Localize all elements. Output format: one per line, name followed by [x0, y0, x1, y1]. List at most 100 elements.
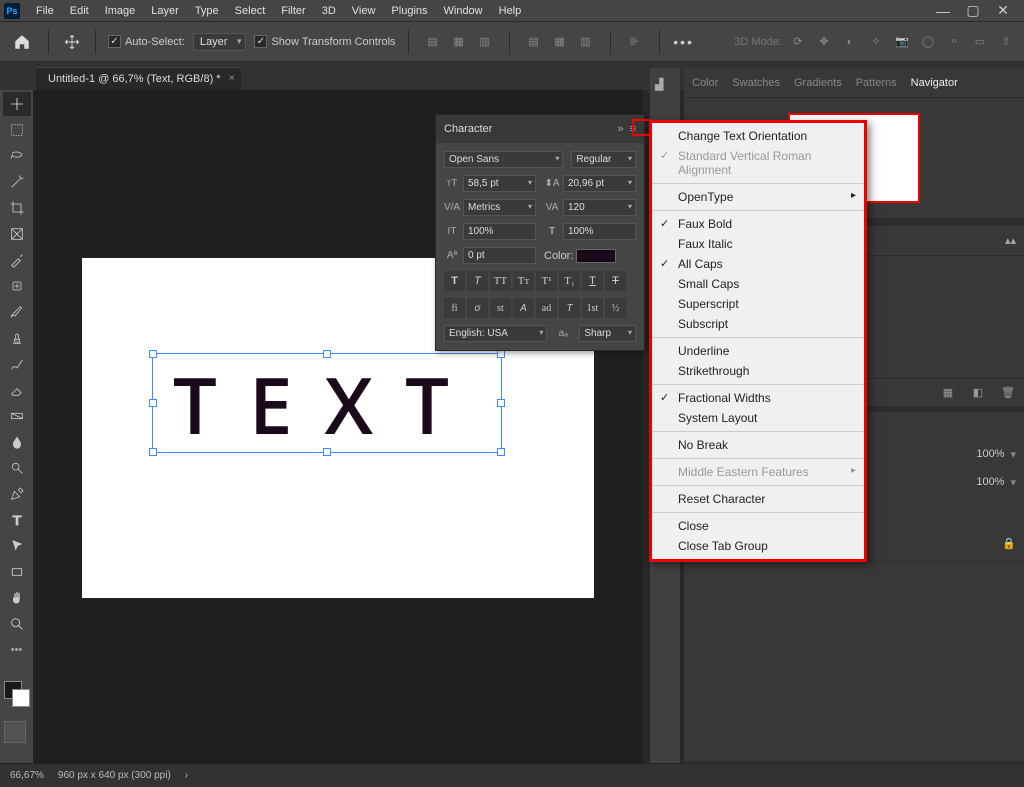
- more-options-button[interactable]: •••: [672, 30, 696, 54]
- dodge-tool[interactable]: [3, 456, 31, 480]
- 3d-pan-icon[interactable]: ✥: [814, 32, 834, 52]
- 3d-orbit-icon[interactable]: ⟳: [788, 32, 808, 52]
- leading-input[interactable]: 20,96 pt: [563, 175, 636, 192]
- document-tab[interactable]: Untitled-1 @ 66,7% (Text, RGB/8) *×: [36, 67, 241, 90]
- fractions-button[interactable]: ½: [605, 298, 626, 318]
- histogram-icon[interactable]: ▟: [655, 78, 675, 98]
- handle-top-right[interactable]: [497, 350, 505, 358]
- pen-tool[interactable]: [3, 482, 31, 506]
- edit-toolbar[interactable]: •••: [3, 638, 31, 662]
- fill-value[interactable]: 100%: [976, 476, 1004, 488]
- close-button[interactable]: ✕: [996, 4, 1010, 18]
- panel-collapse-icon[interactable]: »: [617, 123, 623, 135]
- type-tool[interactable]: [3, 508, 31, 532]
- stamp-tool[interactable]: [3, 326, 31, 350]
- frame-tool[interactable]: [3, 222, 31, 246]
- hscale-input[interactable]: 100%: [563, 223, 636, 240]
- menu-item-close[interactable]: Close: [652, 516, 864, 536]
- menu-help[interactable]: Help: [491, 3, 530, 19]
- distribute-button[interactable]: ⊪: [623, 30, 647, 54]
- tab-patterns[interactable]: Patterns: [856, 77, 897, 89]
- allcaps-button[interactable]: TT: [490, 271, 511, 291]
- doc-info[interactable]: 960 px x 640 px (300 ppi): [58, 770, 171, 781]
- minimize-button[interactable]: —: [936, 4, 950, 18]
- move-tool[interactable]: [3, 92, 31, 116]
- stylistic-button[interactable]: ad: [536, 298, 557, 318]
- close-tab-icon[interactable]: ×: [229, 73, 235, 84]
- lasso-tool[interactable]: [3, 144, 31, 168]
- menu-file[interactable]: File: [28, 3, 62, 19]
- maximize-button[interactable]: ▢: [966, 4, 980, 18]
- menu-edit[interactable]: Edit: [62, 3, 97, 19]
- kerning-input[interactable]: Metrics: [463, 199, 536, 216]
- auto-select-dropdown[interactable]: Layer: [193, 33, 247, 51]
- align-center-button[interactable]: ▦: [447, 30, 471, 54]
- workspace-icon[interactable]: ▭: [970, 32, 990, 52]
- ligatures-button[interactable]: fi: [444, 298, 465, 318]
- magic-wand-tool[interactable]: [3, 170, 31, 194]
- handle-mid-right[interactable]: [497, 399, 505, 407]
- menu-item-fractional-widths[interactable]: Fractional Widths: [652, 388, 864, 408]
- history-brush-tool[interactable]: [3, 352, 31, 376]
- menu-item-faux-bold[interactable]: Faux Bold: [652, 214, 864, 234]
- menu-item-close-tab-group[interactable]: Close Tab Group: [652, 536, 864, 556]
- zoom-tool[interactable]: [3, 612, 31, 636]
- handle-bot-left[interactable]: [149, 448, 157, 456]
- handle-top-left[interactable]: [149, 350, 157, 358]
- rectangle-tool[interactable]: [3, 560, 31, 584]
- collapse-icon[interactable]: ▴▴: [1005, 234, 1016, 247]
- menu-item-faux-italic[interactable]: Faux Italic: [652, 234, 864, 254]
- subscript-button[interactable]: T₁: [559, 271, 580, 291]
- menu-item-opentype[interactable]: OpenType: [652, 187, 864, 207]
- menu-item-no-break[interactable]: No Break: [652, 435, 864, 455]
- new-snapshot-icon[interactable]: ▦: [940, 386, 956, 399]
- font-family-input[interactable]: Open Sans: [444, 151, 563, 168]
- baseline-input[interactable]: 0 pt: [463, 247, 536, 264]
- blur-tool[interactable]: [3, 430, 31, 454]
- text-color-swatch[interactable]: [576, 249, 616, 263]
- language-input[interactable]: English: USA: [444, 325, 547, 342]
- discretionary-button[interactable]: st: [490, 298, 511, 318]
- healing-tool[interactable]: [3, 274, 31, 298]
- handle-mid-left[interactable]: [149, 399, 157, 407]
- handle-top-mid[interactable]: [323, 350, 331, 358]
- superscript-button[interactable]: T¹: [536, 271, 557, 291]
- menu-item-change-text-orientation[interactable]: Change Text Orientation: [652, 126, 864, 146]
- 3d-roll-icon[interactable]: ◐: [840, 32, 860, 52]
- marquee-tool[interactable]: [3, 118, 31, 142]
- menu-item-strikethrough[interactable]: Strikethrough: [652, 361, 864, 381]
- user-icon[interactable]: ◯: [918, 32, 938, 52]
- strikethrough-button[interactable]: T: [605, 271, 626, 291]
- bold-button[interactable]: T: [444, 271, 465, 291]
- titling-button[interactable]: T: [559, 298, 580, 318]
- align-left-button[interactable]: ▤: [421, 30, 445, 54]
- zoom-level[interactable]: 66,67%: [10, 770, 44, 781]
- path-selection-tool[interactable]: [3, 534, 31, 558]
- lock-icon[interactable]: 🔒: [1002, 537, 1016, 550]
- search-icon[interactable]: ⌕: [944, 32, 964, 52]
- menu-window[interactable]: Window: [436, 3, 491, 19]
- align-middle-button[interactable]: ▦: [548, 30, 572, 54]
- menu-item-system-layout[interactable]: System Layout: [652, 408, 864, 428]
- background-swatch[interactable]: [12, 689, 30, 707]
- antialias-input[interactable]: Sharp: [579, 325, 636, 342]
- tab-color[interactable]: Color: [692, 77, 718, 89]
- 3d-camera-icon[interactable]: 📷: [892, 32, 912, 52]
- share-icon[interactable]: ⇧: [996, 32, 1016, 52]
- text-layer-bounds[interactable]: TEXT: [152, 353, 502, 453]
- menu-select[interactable]: Select: [227, 3, 274, 19]
- handle-bot-mid[interactable]: [323, 448, 331, 456]
- ordinals-button[interactable]: 1st: [582, 298, 603, 318]
- swash-button[interactable]: A: [513, 298, 534, 318]
- underline-button[interactable]: T: [582, 271, 603, 291]
- camera-icon[interactable]: ◧: [970, 386, 986, 399]
- menu-item-subscript[interactable]: Subscript: [652, 314, 864, 334]
- hand-tool[interactable]: [3, 586, 31, 610]
- menu-item-underline[interactable]: Underline: [652, 341, 864, 361]
- menu-layer[interactable]: Layer: [143, 3, 187, 19]
- vscale-input[interactable]: 100%: [463, 223, 536, 240]
- text-layer-content[interactable]: TEXT: [153, 354, 501, 454]
- font-weight-input[interactable]: Regular: [571, 151, 636, 168]
- handle-bot-right[interactable]: [497, 448, 505, 456]
- menu-3d[interactable]: 3D: [314, 3, 344, 19]
